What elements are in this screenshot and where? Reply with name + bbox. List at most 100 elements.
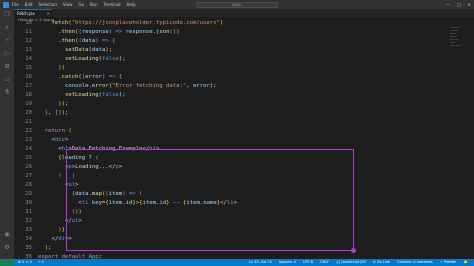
line-number: 34 bbox=[25, 236, 32, 242]
search-icon[interactable]: ⌕ bbox=[3, 24, 11, 32]
activity-bar: ❐ ⌕ ⑂ ▷ ⊞ ▭ ⚗ ◉ ⚙ bbox=[0, 9, 14, 259]
line-number: 32 bbox=[25, 218, 32, 224]
code-text: )} bbox=[58, 227, 65, 233]
line-number: 12 bbox=[25, 38, 32, 44]
tab-bar: Fetch.jsx ✕ bbox=[14, 9, 474, 17]
explorer-icon[interactable]: ❐ bbox=[3, 11, 11, 19]
line-number: 16 bbox=[25, 74, 32, 80]
code-text: }, []); bbox=[44, 110, 69, 116]
code-line: 12 .then((data) => { bbox=[14, 37, 454, 46]
line-number: 15 bbox=[25, 65, 32, 71]
menu-terminal[interactable]: Terminal bbox=[104, 2, 121, 7]
line-number: 35 bbox=[25, 245, 32, 251]
code-line: 20 }, []); bbox=[14, 109, 454, 118]
status-bar: ⊗ 0 ⚠ 0 ⚡ 0 Ln 33, Col 15 Spaces: 2 UTF-… bbox=[0, 259, 474, 266]
code-line: 22 return ( bbox=[14, 127, 454, 136]
line-number: 18 bbox=[25, 92, 32, 98]
encoding[interactable]: UTF-8 bbox=[303, 259, 313, 266]
code-text: }); bbox=[58, 101, 69, 107]
code-text: ); bbox=[44, 245, 52, 251]
close-window-button[interactable]: ✕ bbox=[468, 2, 471, 7]
problems-indicator[interactable]: ⊗ 0 ⚠ 0 bbox=[18, 259, 32, 266]
code-text: setLoading(false); bbox=[64, 92, 126, 98]
code-line: 18 setLoading(false); bbox=[14, 91, 454, 100]
code-text: fetch("https://jsonplaceholder.typicode.… bbox=[51, 20, 224, 26]
code-text: }) bbox=[58, 65, 65, 71]
code-text: setLoading(false); bbox=[64, 56, 126, 62]
code-line: 21 bbox=[14, 118, 454, 127]
menu-help[interactable]: Help bbox=[127, 2, 136, 7]
cursor-position[interactable]: Ln 33, Col 15 bbox=[249, 259, 272, 266]
menu-edit[interactable]: Edit bbox=[25, 2, 33, 7]
code-line: 13 setData(data); bbox=[14, 46, 454, 55]
code-text: .then((data) => { bbox=[38, 38, 116, 44]
minimap[interactable] bbox=[448, 23, 464, 259]
colorize-status[interactable]: Colorize: 0 variables bbox=[397, 259, 433, 266]
line-number: 11 bbox=[25, 29, 32, 35]
code-line: 19 }); bbox=[14, 100, 454, 109]
extensions-icon[interactable]: ⊞ bbox=[3, 63, 11, 71]
code-line: 11 .then((response) => response.json()) bbox=[14, 28, 454, 37]
line-number: 21 bbox=[25, 119, 32, 125]
menu-bar: File Edit Selection View Go Run Terminal… bbox=[12, 2, 136, 7]
minimize-button[interactable]: — bbox=[446, 2, 450, 7]
selection-handle[interactable] bbox=[351, 248, 356, 253]
account-icon[interactable]: ◉ bbox=[3, 231, 11, 239]
language-mode[interactable]: {} JavaScript JSX bbox=[336, 259, 366, 266]
code-text: .then((response) => response.json()) bbox=[38, 29, 180, 35]
menu-go[interactable]: Go bbox=[78, 2, 84, 7]
line-number: 27 bbox=[25, 173, 32, 179]
remote-indicator-icon[interactable] bbox=[0, 259, 14, 266]
vscode-logo-icon bbox=[3, 1, 9, 8]
code-text: <div> bbox=[51, 137, 69, 143]
code-line: 23 <div> bbox=[14, 136, 454, 145]
line-number: 26 bbox=[25, 164, 32, 170]
close-tab-icon[interactable]: ✕ bbox=[47, 10, 50, 17]
go-live-button[interactable]: ⊘ Go Live bbox=[373, 259, 390, 266]
code-line: 17 console.error("Error fetching data:",… bbox=[14, 82, 454, 91]
notifications-bell-icon[interactable]: 🔔 bbox=[464, 259, 468, 266]
line-number: 33 bbox=[25, 227, 32, 233]
menu-file[interactable]: File bbox=[12, 2, 19, 7]
selection-highlight-box bbox=[66, 149, 356, 253]
line-number: 23 bbox=[25, 137, 32, 143]
menu-view[interactable]: View bbox=[63, 2, 73, 7]
line-number: 10 bbox=[25, 20, 32, 26]
remote-explorer-icon[interactable]: ▭ bbox=[3, 76, 11, 84]
menu-run[interactable]: Run bbox=[90, 2, 98, 7]
line-number: 13 bbox=[25, 47, 32, 53]
menu-selection[interactable]: Selection bbox=[38, 2, 56, 7]
line-number: 29 bbox=[25, 191, 32, 197]
line-ending[interactable]: CRLF bbox=[320, 259, 329, 266]
line-number: 22 bbox=[25, 128, 32, 134]
tab-fetch-jsx[interactable]: Fetch.jsx ✕ bbox=[14, 9, 52, 17]
testing-icon[interactable]: ⚗ bbox=[3, 89, 11, 97]
source-control-icon[interactable]: ⑂ bbox=[3, 37, 11, 45]
line-number: 28 bbox=[25, 182, 32, 188]
code-editor[interactable]: 10 fetch("https://jsonplaceholder.typico… bbox=[14, 20, 474, 260]
code-line: 16 .catch((error) => { bbox=[14, 73, 454, 82]
line-number: 20 bbox=[25, 110, 32, 116]
code-line: 10 fetch("https://jsonplaceholder.typico… bbox=[14, 19, 454, 28]
code-line: 15 }) bbox=[14, 64, 454, 73]
line-number: 30 bbox=[25, 200, 32, 206]
window-controls: — □ ✕ bbox=[446, 2, 471, 7]
code-text: setData(data); bbox=[64, 47, 113, 53]
code-text: return ( bbox=[44, 128, 72, 134]
indentation[interactable]: Spaces: 2 bbox=[279, 259, 296, 266]
ports-indicator[interactable]: ⚡ 0 bbox=[38, 259, 44, 266]
line-number: 17 bbox=[25, 83, 32, 89]
code-text: console.error("Error fetching data:", er… bbox=[64, 83, 217, 89]
code-text: .catch((error) => { bbox=[38, 74, 123, 80]
title-bar: File Edit Selection View Go Run Terminal… bbox=[0, 0, 474, 9]
code-line: 14 setLoading(false); bbox=[14, 55, 454, 64]
run-debug-icon[interactable]: ▷ bbox=[3, 50, 11, 58]
settings-gear-icon[interactable]: ⚙ bbox=[3, 244, 11, 252]
line-number: 31 bbox=[25, 209, 32, 215]
line-number: 19 bbox=[25, 101, 32, 107]
maximize-button[interactable]: □ bbox=[457, 2, 461, 7]
command-search-input[interactable]: Fetch bbox=[196, 1, 278, 8]
line-number: 14 bbox=[25, 56, 32, 62]
vertical-scrollbar[interactable] bbox=[466, 23, 472, 259]
prettier-status[interactable]: ✓ Prettier bbox=[440, 259, 457, 266]
